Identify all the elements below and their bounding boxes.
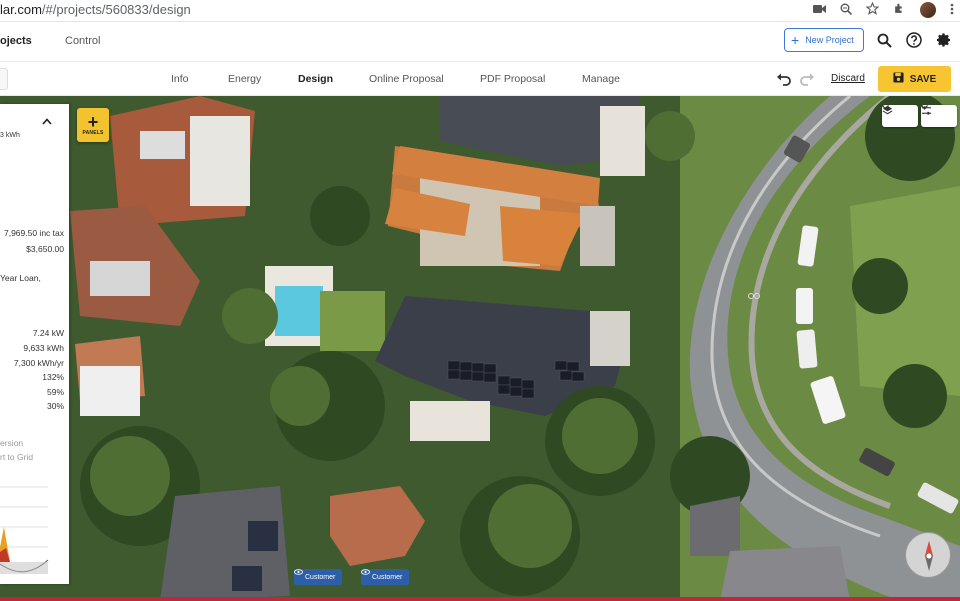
save-disk-icon	[893, 72, 904, 86]
project-tabs-bar: Info Energy Design Online Proposal PDF P…	[0, 62, 960, 96]
tab-online-proposal[interactable]: Online Proposal	[369, 73, 444, 85]
search-stub[interactable]	[0, 68, 8, 90]
browser-toolbar-icons	[813, 1, 954, 18]
annual-output: 9,633 kWh	[23, 343, 64, 353]
view-settings-dropdown[interactable]	[921, 105, 957, 127]
app-header: ojects Control + New Project	[0, 22, 960, 62]
customer-badge-label: Customer	[372, 573, 403, 581]
aerial-imagery	[0, 96, 960, 601]
url-path: /#/projects/560833/design	[41, 2, 191, 17]
discard-link[interactable]: Discard	[831, 73, 865, 84]
consumption: 7,300 kWh/yr	[13, 358, 64, 368]
price-secondary: $3,650.00	[26, 244, 64, 254]
nav-control[interactable]: Control	[65, 35, 100, 47]
profile-avatar[interactable]	[920, 2, 936, 18]
customer-badge[interactable]: Customer	[294, 569, 343, 585]
save-button[interactable]: SAVE	[878, 66, 951, 92]
top-unit: 3 kWh	[0, 132, 20, 139]
plus-icon: +	[791, 32, 800, 48]
customer-badge[interactable]: Customer	[361, 569, 410, 585]
price-inc-tax: 7,969.50 inc tax	[3, 228, 64, 238]
energy-chart	[0, 486, 49, 574]
customer-badge-label: Customer	[305, 573, 336, 581]
new-project-label: New Project	[805, 35, 854, 45]
bookmark-star-icon[interactable]	[865, 1, 880, 18]
tab-manage[interactable]: Manage	[582, 73, 620, 85]
redo-icon[interactable]	[799, 71, 815, 87]
bottom-edge-strip	[0, 597, 960, 601]
settings-gear-icon[interactable]	[935, 31, 953, 49]
tab-pdf-proposal[interactable]: PDF Proposal	[480, 73, 545, 85]
browser-menu-icon[interactable]	[950, 3, 954, 18]
camera-icon[interactable]	[813, 3, 826, 17]
tab-design[interactable]: Design	[298, 73, 333, 85]
zoom-icon[interactable]	[840, 3, 853, 18]
nav-projects[interactable]: ojects	[0, 35, 32, 47]
loan-label: Year Loan,	[0, 273, 41, 283]
plus-icon: +	[87, 112, 99, 132]
help-icon[interactable]	[905, 31, 923, 49]
aerial-map-view[interactable]: + PANELS 3 kWh 7,969.50 inc tax $3,650.0…	[0, 96, 960, 601]
legend-item-2: rt to Grid	[0, 452, 34, 462]
panels-label: PANELS	[82, 130, 104, 136]
panels-button[interactable]: + PANELS	[77, 108, 109, 142]
save-label: SAVE	[909, 73, 937, 85]
percent-3: 30%	[46, 401, 64, 411]
percent-2: 59%	[46, 387, 64, 397]
legend-item-1: ersion	[0, 438, 24, 448]
tab-energy[interactable]: Energy	[228, 73, 261, 85]
system-summary-panel: 3 kWh 7,969.50 inc tax $3,650.00 Year Lo…	[0, 104, 69, 584]
layers-dropdown[interactable]	[882, 105, 918, 127]
search-icon[interactable]	[875, 31, 893, 49]
extensions-icon[interactable]	[893, 2, 906, 18]
tab-info[interactable]: Info	[171, 73, 189, 85]
browser-address-bar: lar.com/#/projects/560833/design	[0, 0, 960, 22]
new-project-button[interactable]: + New Project	[784, 28, 864, 52]
undo-icon[interactable]	[776, 71, 792, 87]
url-field[interactable]: lar.com/#/projects/560833/design	[0, 2, 191, 17]
percent-1: 132%	[42, 372, 64, 382]
url-host: lar.com	[0, 2, 42, 17]
compass-icon[interactable]	[905, 532, 951, 578]
system-size: 7.24 kW	[32, 328, 64, 338]
